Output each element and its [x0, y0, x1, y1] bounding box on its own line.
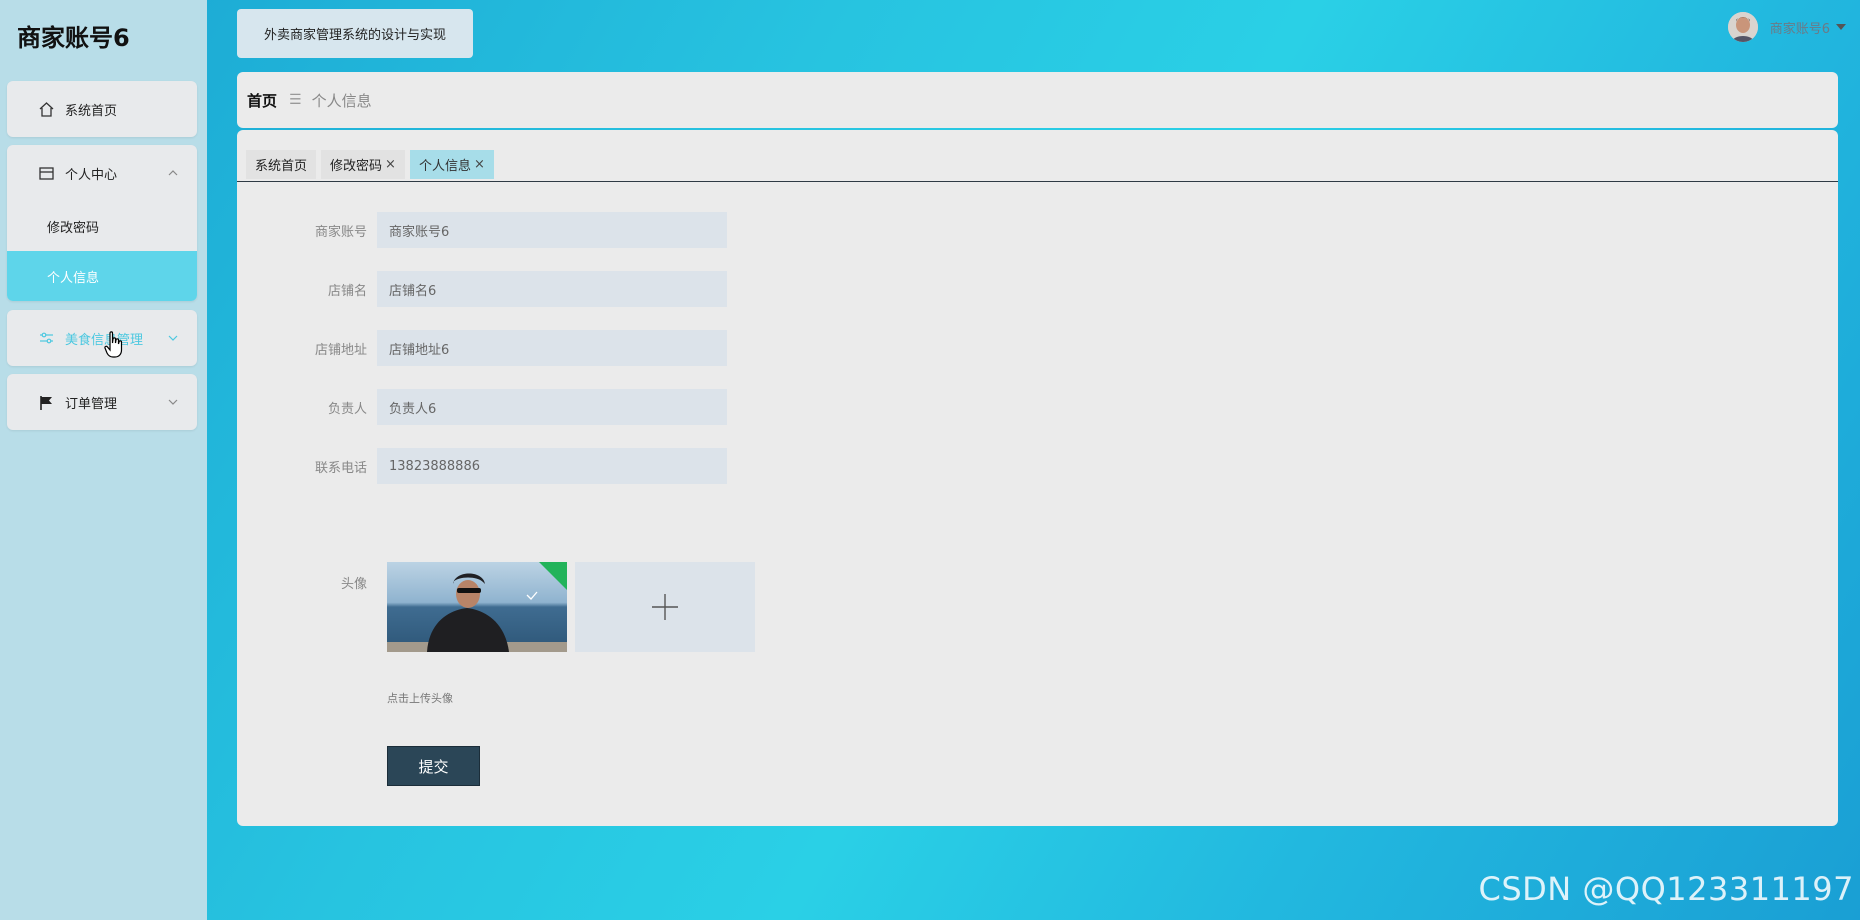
breadcrumb: 首页 ☰ 个人信息: [237, 72, 1838, 128]
manager-field[interactable]: [377, 389, 727, 425]
caret-down-icon: [1836, 24, 1846, 30]
uploaded-avatar-image[interactable]: [387, 562, 567, 652]
hand-cursor-icon: [104, 331, 124, 359]
avatar-label: 头像: [340, 577, 367, 592]
tab-label: 个人信息: [418, 159, 471, 174]
submit-button[interactable]: 提交: [387, 746, 480, 786]
home-icon: [37, 100, 55, 118]
user-name: 商家账号6: [1769, 21, 1830, 37]
upload-tip: 点击上传头像: [387, 692, 453, 705]
sliders-icon: [37, 329, 55, 347]
sidebar-item-label: 系统首页: [65, 103, 118, 119]
shop-name-field[interactable]: [377, 271, 727, 307]
flag-icon: [37, 393, 55, 411]
tab-bar: 系统首页 修改密码 × 个人信息 ×: [246, 150, 494, 179]
user-menu[interactable]: 商家账号6: [1727, 12, 1846, 42]
phone-field[interactable]: [377, 448, 727, 484]
tab-change-password[interactable]: 修改密码 ×: [321, 150, 405, 179]
avatar: [1727, 12, 1758, 42]
close-icon[interactable]: ×: [474, 157, 485, 172]
menu-card-personal: 个人中心 修改密码 个人信息: [7, 145, 197, 301]
sidebar-item-order-management[interactable]: 订单管理: [7, 374, 197, 430]
watermark: CSDN @QQ123311197: [1478, 870, 1854, 908]
form-row-shop-name: 店铺名: [237, 271, 727, 307]
sidebar-item-home[interactable]: 系统首页: [7, 81, 197, 137]
tab-personal-info[interactable]: 个人信息 ×: [409, 150, 494, 179]
chevron-up-icon: [167, 167, 179, 179]
breadcrumb-current: 个人信息: [311, 91, 372, 110]
chevron-down-icon: [167, 332, 179, 344]
sidebar-item-food-management[interactable]: 美食信息管理: [7, 310, 197, 366]
tab-home[interactable]: 系统首页: [246, 150, 317, 179]
shop-address-field[interactable]: [377, 330, 727, 366]
menu-lines-icon: ☰: [289, 92, 302, 108]
main-panel: 系统首页 修改密码 × 个人信息 × 商家账号 店铺名 店铺地址 负责人 联系电…: [237, 130, 1838, 826]
wallet-icon: [37, 164, 55, 182]
menu-card-food: 美食信息管理: [7, 310, 197, 366]
account-label: 商家账号: [314, 224, 367, 240]
shop-address-label: 店铺地址: [314, 342, 367, 358]
sidebar: 商家账号6 系统首页 个人中心 修改密码 个人信息 美食信息管理 订单管理: [0, 0, 207, 920]
upload-avatar-button[interactable]: [575, 562, 755, 652]
plus-icon: [652, 594, 678, 620]
form-row-manager: 负责人: [237, 389, 727, 425]
system-title: 外卖商家管理系统的设计与实现: [237, 9, 473, 58]
chevron-down-icon: [167, 396, 179, 408]
manager-label: 负责人: [327, 401, 367, 417]
sidebar-item-label: 个人中心: [65, 167, 118, 183]
phone-label: 联系电话: [314, 460, 367, 476]
close-icon[interactable]: ×: [385, 157, 396, 172]
menu-card-home: 系统首页: [7, 81, 197, 137]
menu-card-orders: 订单管理: [7, 374, 197, 430]
form-row-shop-address: 店铺地址: [237, 330, 727, 366]
brand-title: 商家账号6: [17, 24, 130, 52]
form-row-phone: 联系电话: [237, 448, 727, 484]
account-field[interactable]: [377, 212, 727, 248]
tabs-divider: [237, 181, 1838, 182]
tab-label: 修改密码: [330, 159, 383, 174]
sidebar-item-change-password[interactable]: 修改密码: [7, 201, 197, 251]
sidebar-item-label: 订单管理: [65, 396, 118, 412]
sidebar-item-personal-info[interactable]: 个人信息: [7, 251, 197, 301]
sidebar-item-personal-center[interactable]: 个人中心: [7, 145, 197, 201]
form-row-account: 商家账号: [237, 212, 727, 248]
tab-label: 系统首页: [255, 159, 308, 174]
shop-name-label: 店铺名: [327, 283, 367, 299]
breadcrumb-home[interactable]: 首页: [247, 90, 277, 111]
